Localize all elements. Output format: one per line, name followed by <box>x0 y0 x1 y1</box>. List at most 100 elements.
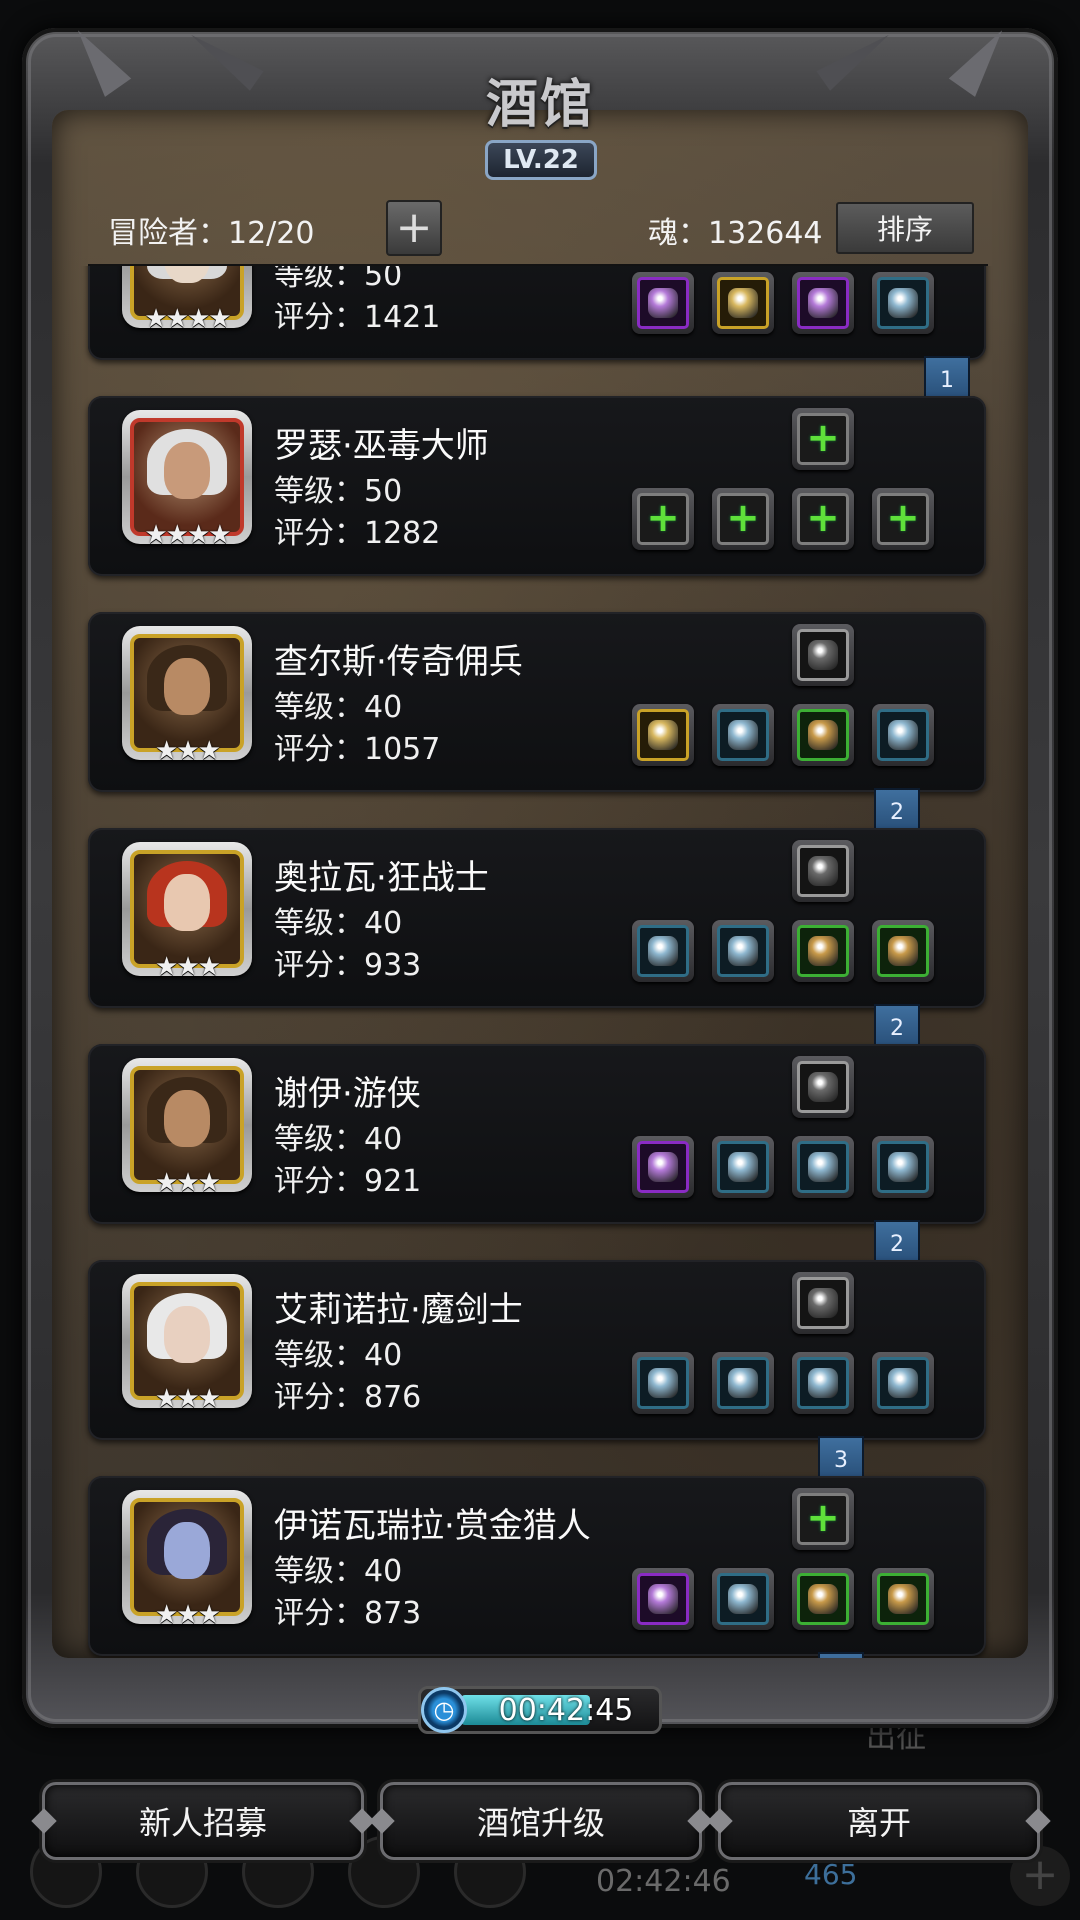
equipment-slot[interactable] <box>632 920 694 982</box>
hero-level: 等级：50 <box>274 474 403 509</box>
equipment-item-icon <box>648 1368 678 1398</box>
add-equipment-icon[interactable]: + <box>792 408 854 470</box>
equipment-item-icon <box>808 856 838 886</box>
equipment-item-icon <box>648 720 678 750</box>
clock-icon: ◷ <box>421 1687 467 1733</box>
sort-button[interactable]: 排序 <box>836 202 974 254</box>
add-equipment-icon[interactable]: + <box>872 488 934 550</box>
recruit-button[interactable]: 新人招募 <box>42 1782 364 1860</box>
tavern-timer: ◷ 00:42:45 <box>418 1686 662 1734</box>
equipment-slot[interactable] <box>872 1136 934 1198</box>
equipment-slot[interactable] <box>792 920 854 982</box>
add-adventurer-slot-button[interactable]: + <box>386 200 442 256</box>
hero-card[interactable]: ★★★★ 罗瑟·巫毒大师等级：50 评分：1282 + + + + + <box>88 396 986 576</box>
hero-name: 谢伊·游侠 <box>274 1074 421 1114</box>
star-rating: ★★★ <box>155 952 221 982</box>
plus-icon: + <box>646 495 680 542</box>
frame-spike <box>64 21 132 97</box>
hero-list[interactable]: ★★★★ 等级：50 评分：1421 1 ★★★★ 罗瑟·巫毒大师 等级：50 评分：1282… <box>52 266 1028 1658</box>
plus-icon: + <box>806 415 840 462</box>
equipment-slot[interactable] <box>712 1136 774 1198</box>
timer-text: 00:42:45 <box>498 1693 634 1728</box>
hero-card[interactable]: ★★★★ 等级：50 评分：1421 <box>88 266 986 360</box>
hero-name: 伊诺瓦瑞拉·赏金猎人 <box>274 1506 591 1546</box>
equipment-item-icon <box>808 1368 838 1398</box>
equipment-slot[interactable] <box>792 704 854 766</box>
relic-slot[interactable] <box>792 1056 854 1118</box>
tavern-level-badge: LV.22 <box>485 140 597 180</box>
star-rating: ★★★★ <box>144 304 231 334</box>
upgrade-tavern-button[interactable]: 酒馆升级 <box>380 1782 702 1860</box>
relic-slot[interactable] <box>792 1272 854 1334</box>
equipment-item-icon <box>808 640 838 670</box>
hero-card[interactable]: ★★★ 伊诺瓦瑞拉·赏金猎人 等级：40 评分：873 + <box>88 1476 986 1656</box>
equipment-slot[interactable] <box>632 704 694 766</box>
hero-level: 等级：40 <box>274 1338 403 1373</box>
hero-score: 评分：1421 <box>274 300 441 335</box>
add-equipment-icon[interactable]: + <box>712 488 774 550</box>
equipment-item-icon <box>728 1584 758 1614</box>
hero-portrait[interactable]: ★★★ <box>122 842 252 982</box>
relic-slot[interactable] <box>792 840 854 902</box>
equipment-slot[interactable] <box>872 1568 934 1630</box>
equipment-item-icon <box>888 936 918 966</box>
equipment-slot[interactable] <box>872 704 934 766</box>
star-rating: ★★★ <box>155 1600 221 1630</box>
add-equipment-icon[interactable]: + <box>632 488 694 550</box>
equipment-slot[interactable] <box>632 1352 694 1414</box>
hero-score: 评分：921 <box>274 1164 422 1199</box>
equipment-slot[interactable] <box>872 1352 934 1414</box>
hero-card[interactable]: ★★★ 奥拉瓦·狂战士 等级：40 评分：933 <box>88 828 986 1008</box>
star-rating: ★★★ <box>155 1384 221 1414</box>
hero-avatar <box>130 850 244 968</box>
hero-portrait[interactable]: ★★★ <box>122 1058 252 1198</box>
equipment-slot[interactable] <box>792 1136 854 1198</box>
hero-card[interactable]: ★★★ 艾莉诺拉·魔剑士 等级：40 评分：876 <box>88 1260 986 1440</box>
equipment-slot[interactable] <box>792 1352 854 1414</box>
equipment-slot[interactable] <box>712 704 774 766</box>
hero-score: 评分：876 <box>274 1380 422 1415</box>
hero-score: 评分：1282 <box>274 516 441 551</box>
equipment-item-icon <box>808 1288 838 1318</box>
add-equipment-icon[interactable]: + <box>792 488 854 550</box>
plus-icon: + <box>726 495 760 542</box>
equipment-slot[interactable] <box>632 272 694 334</box>
equipment-slot[interactable] <box>712 272 774 334</box>
hero-avatar <box>130 1498 244 1616</box>
equipment-slot[interactable] <box>712 1352 774 1414</box>
hero-portrait[interactable]: ★★★ <box>122 626 252 766</box>
equipment-slot[interactable] <box>632 1568 694 1630</box>
equipment-slot[interactable] <box>792 272 854 334</box>
add-equipment-icon[interactable]: + <box>792 1488 854 1550</box>
hero-portrait[interactable]: ★★★★ <box>122 266 252 334</box>
leave-button[interactable]: 离开 <box>718 1782 1040 1860</box>
equipment-slot[interactable] <box>792 1568 854 1630</box>
hero-score: 评分：1057 <box>274 732 441 767</box>
equipment-slot[interactable] <box>632 1136 694 1198</box>
hero-portrait[interactable]: ★★★★ <box>122 410 252 550</box>
relic-slot[interactable] <box>792 624 854 686</box>
equipment-item-icon <box>888 1152 918 1182</box>
rank-ribbon: 3 <box>818 1652 864 1658</box>
hero-name: 奥拉瓦·狂战士 <box>274 858 489 898</box>
equipment-item-icon <box>808 1152 838 1182</box>
equipment-item-icon <box>808 720 838 750</box>
hero-score: 评分：933 <box>274 948 422 983</box>
hero-name: 罗瑟·巫毒大师 <box>274 426 489 466</box>
equipment-slot[interactable] <box>712 1568 774 1630</box>
hero-card[interactable]: ★★★ 谢伊·游侠 等级：40 评分：921 <box>88 1044 986 1224</box>
equipment-slot[interactable] <box>712 920 774 982</box>
equipment-slot[interactable] <box>872 920 934 982</box>
equipment-item-icon <box>888 1368 918 1398</box>
background-count: 465 <box>804 1858 858 1891</box>
hero-portrait[interactable]: ★★★ <box>122 1490 252 1630</box>
hero-card[interactable]: ★★★ 查尔斯·传奇佣兵 等级：40 评分：1057 <box>88 612 986 792</box>
hero-portrait[interactable]: ★★★ <box>122 1274 252 1414</box>
hero-avatar <box>130 1066 244 1184</box>
soul-currency: 魂：132644 <box>648 216 823 251</box>
plus-icon: + <box>806 1495 840 1542</box>
star-rating: ★★★ <box>155 1168 221 1198</box>
equipment-slot[interactable] <box>872 272 934 334</box>
background-time: 02:42:46 <box>596 1864 731 1899</box>
equipment-item-icon <box>728 936 758 966</box>
